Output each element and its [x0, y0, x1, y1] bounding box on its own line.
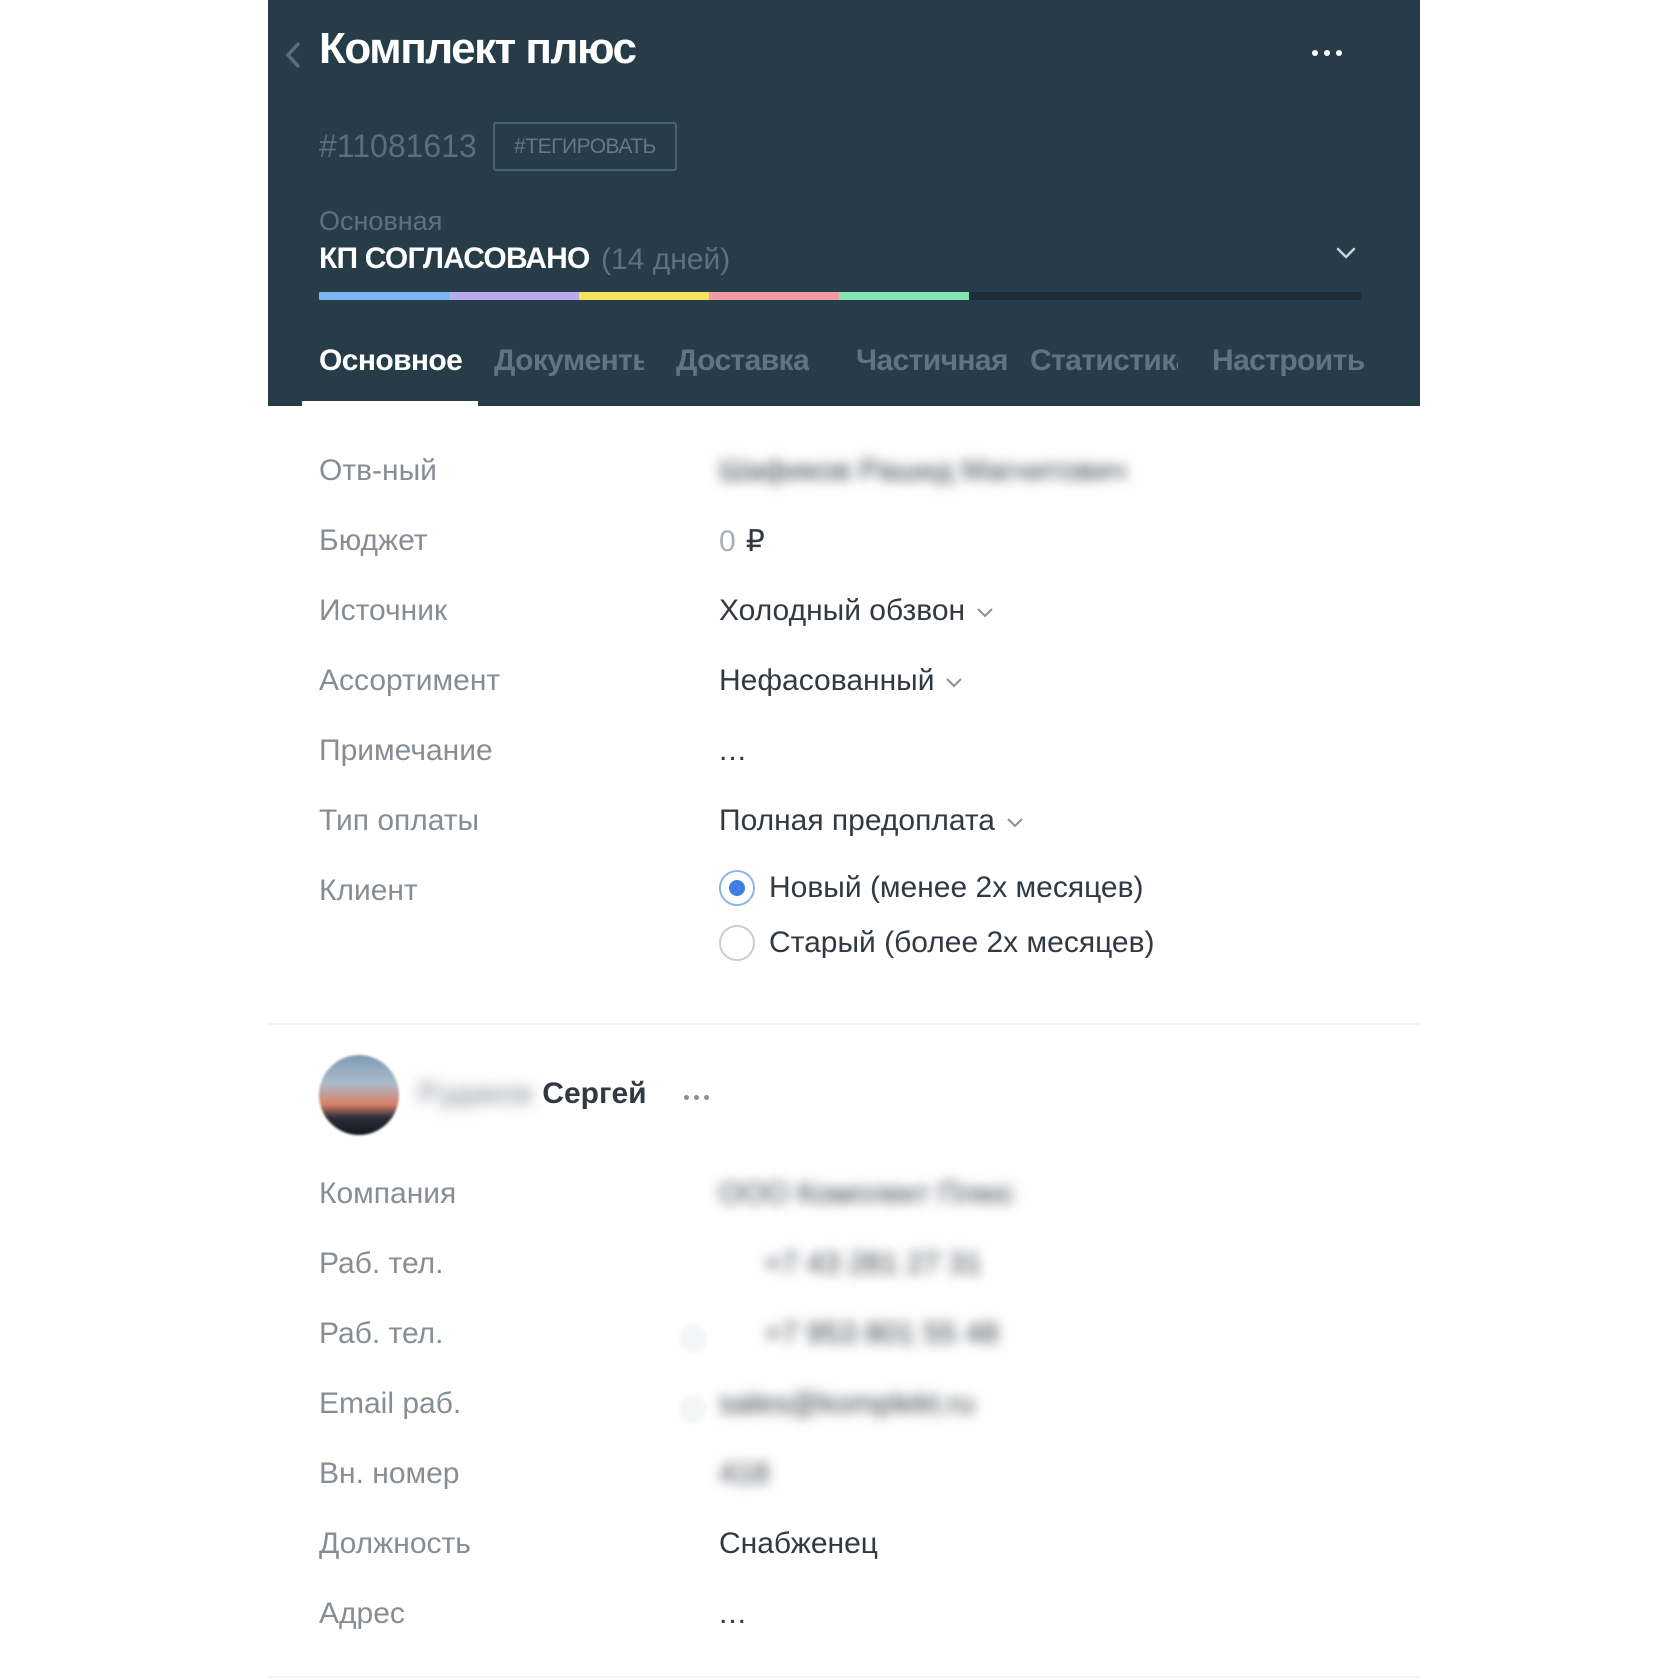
work-phone-value[interactable]: +7 43 281 27 31 [764, 1247, 982, 1281]
note-input[interactable]: ... [719, 734, 747, 768]
status-duration: (14 дней) [601, 243, 731, 276]
client-radio-new[interactable]: Новый (менее 2х месяцев) [719, 870, 1144, 906]
company-value[interactable]: ООО Комплект Плюс [719, 1177, 1015, 1211]
field-source: Источник Холодный обзвон [319, 594, 1369, 638]
field-label: Вн. номер [319, 1457, 460, 1490]
chevron-down-icon [1007, 818, 1023, 828]
field-work-phone: Раб. тел. +7 43 281 27 31 [319, 1247, 1369, 1291]
tab-documents[interactable]: Документы [494, 344, 644, 378]
field-company: Компания ООО Комплект Плюс [319, 1177, 1369, 1221]
field-label: Тип оплаты [319, 804, 480, 837]
payment-type-value: Полная предоплата [719, 804, 995, 837]
field-address: Адрес ... [319, 1597, 1369, 1641]
field-responsible: Отв-ный Шафиков Рашид Магнитович [319, 454, 1369, 498]
field-label: Раб. тел. [319, 1247, 444, 1280]
field-label: Бюджет [319, 524, 428, 557]
pipeline-stage-segment[interactable] [839, 292, 969, 300]
back-arrow-icon[interactable] [282, 38, 304, 72]
contact-avatar[interactable] [319, 1055, 399, 1135]
tab-main[interactable]: Основное [319, 344, 462, 378]
tab-partial[interactable]: Частичная [856, 344, 1008, 378]
email-icon[interactable] [679, 1395, 707, 1423]
chevron-down-icon [977, 608, 993, 618]
field-label: Должность [319, 1527, 471, 1560]
field-label: Адрес [319, 1597, 405, 1630]
radio-unselected-icon [719, 925, 755, 961]
field-email: Email раб. sales@komplekt.ru [319, 1387, 1369, 1431]
tab-bar: Основное Документы Доставка Частичная Ст… [302, 344, 1369, 406]
pipeline-stage-segment[interactable] [319, 292, 449, 300]
lead-card: Комплект плюс #11081613 #ТЕГИРОВАТЬ Осно… [268, 0, 1420, 1680]
radio-label: Старый (более 2х месяцев) [769, 926, 1155, 959]
pipeline-progress-bar[interactable] [319, 292, 1361, 300]
more-options-icon[interactable] [1312, 50, 1342, 56]
active-tab-indicator [302, 401, 478, 406]
contact-more-icon[interactable] [684, 1095, 709, 1100]
contact-name[interactable]: Рудаков Сергей [418, 1077, 647, 1111]
chevron-down-icon[interactable] [1334, 244, 1358, 262]
field-assortment: Ассортимент Нефасованный [319, 664, 1369, 708]
field-label: Раб. тел. [319, 1317, 444, 1350]
field-work-phone: Раб. тел. +7 953 801 55 48 [319, 1317, 1369, 1361]
section-divider [268, 1023, 1420, 1025]
radio-selected-icon [719, 870, 755, 906]
tab-statistics[interactable]: Статистика [1030, 344, 1178, 378]
field-label: Клиент [319, 874, 418, 907]
field-budget: Бюджет 0 ₽ [319, 524, 1369, 568]
tab-settings[interactable]: Настроить [1212, 344, 1365, 378]
field-payment-type: Тип оплаты Полная предоплата [319, 804, 1369, 848]
radio-label: Новый (менее 2х месяцев) [769, 871, 1144, 904]
budget-value[interactable]: 0 ₽ [719, 524, 765, 559]
assortment-select[interactable]: Нефасованный [719, 664, 964, 698]
lead-id: #11081613 [319, 128, 477, 164]
address-input[interactable]: ... [719, 1597, 747, 1631]
lead-title[interactable]: Комплект плюс [319, 24, 637, 74]
payment-type-select[interactable]: Полная предоплата [719, 804, 1025, 838]
pipeline-stage-segment[interactable] [709, 292, 839, 300]
field-client: Клиент Новый (менее 2х месяцев) Старый (… [319, 870, 1369, 984]
field-extension: Вн. номер 418 [319, 1457, 1369, 1501]
field-label: Примечание [319, 734, 493, 767]
field-label: Ассортимент [319, 664, 501, 697]
lead-header: Комплект плюс #11081613 #ТЕГИРОВАТЬ Осно… [268, 0, 1420, 406]
assortment-value: Нефасованный [719, 664, 935, 697]
field-label: Компания [319, 1177, 457, 1210]
pipeline-stage-segment[interactable] [449, 292, 579, 300]
client-radio-old[interactable]: Старый (более 2х месяцев) [719, 925, 1155, 961]
section-divider [268, 1676, 1420, 1678]
extension-value[interactable]: 418 [719, 1457, 769, 1491]
source-value: Холодный обзвон [719, 594, 966, 627]
chevron-down-icon [946, 678, 963, 688]
status-name[interactable]: КП СОГЛАСОВАНО [319, 242, 590, 276]
field-note: Примечание ... [319, 734, 1369, 778]
tag-button[interactable]: #ТЕГИРОВАТЬ [493, 122, 677, 171]
field-label: Источник [319, 594, 448, 627]
contact-first-name: Сергей [542, 1077, 647, 1110]
position-value[interactable]: Снабженец [719, 1527, 878, 1561]
responsible-value[interactable]: Шафиков Рашид Магнитович [719, 454, 1126, 488]
email-value[interactable]: sales@komplekt.ru [719, 1387, 975, 1421]
source-select[interactable]: Холодный обзвон [719, 594, 995, 628]
field-label: Email раб. [319, 1387, 462, 1420]
pipeline-stage-segment[interactable] [579, 292, 709, 300]
budget-amount: 0 [719, 524, 736, 558]
tab-delivery[interactable]: Доставка [676, 344, 809, 378]
field-position: Должность Снабженец [319, 1527, 1369, 1571]
phone-icon[interactable] [679, 1325, 707, 1353]
currency-symbol: ₽ [745, 525, 765, 558]
field-label: Отв-ный [319, 454, 437, 487]
contact-surname: Рудаков [418, 1077, 533, 1110]
work-phone-value[interactable]: +7 953 801 55 48 [764, 1317, 998, 1351]
pipeline-name: Основная [319, 206, 443, 236]
